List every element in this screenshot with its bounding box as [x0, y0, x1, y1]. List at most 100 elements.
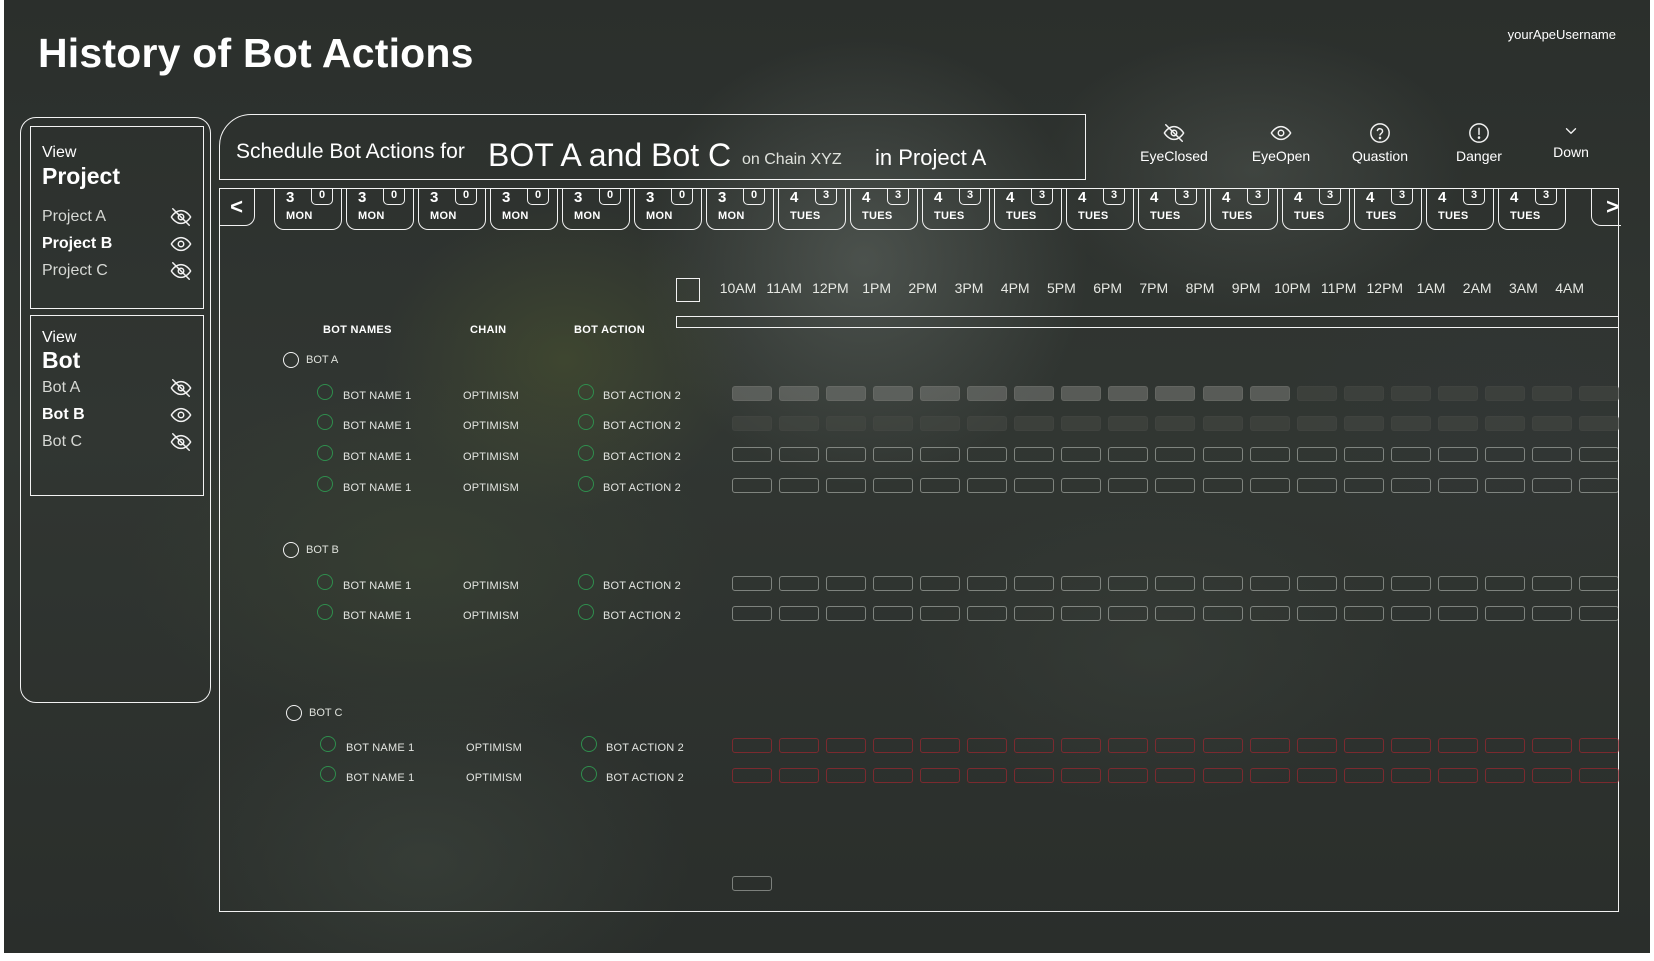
time-slot[interactable] [1202, 447, 1243, 462]
time-slot[interactable] [1014, 738, 1055, 753]
eye-closed-icon[interactable] [170, 431, 192, 453]
legend-down[interactable]: Down [1526, 122, 1616, 160]
time-slot[interactable] [826, 738, 867, 753]
bot-action-radio[interactable] [578, 414, 594, 430]
time-slot[interactable] [873, 606, 914, 621]
time-slot[interactable] [1484, 386, 1525, 401]
time-slot[interactable] [1484, 416, 1525, 431]
time-slot[interactable] [826, 416, 867, 431]
time-slot[interactable] [779, 478, 820, 493]
time-slot[interactable] [1296, 768, 1337, 783]
time-slot[interactable] [873, 738, 914, 753]
time-slot[interactable] [1249, 576, 1290, 591]
time-slot[interactable] [873, 416, 914, 431]
time-slot[interactable] [1061, 606, 1102, 621]
time-slot[interactable] [1531, 416, 1572, 431]
time-slot[interactable] [826, 478, 867, 493]
time-slot[interactable] [1249, 478, 1290, 493]
bot-action-radio[interactable] [578, 476, 594, 492]
time-slot[interactable] [1531, 768, 1572, 783]
bot-group-radio[interactable] [283, 542, 299, 558]
chevron-down-icon[interactable] [1562, 122, 1580, 144]
time-slot[interactable] [920, 576, 961, 591]
time-slot[interactable] [967, 738, 1008, 753]
username[interactable]: yourApeUsername [1508, 27, 1616, 42]
time-slot[interactable] [873, 386, 914, 401]
time-slot[interactable] [1296, 606, 1337, 621]
time-slot[interactable] [920, 606, 961, 621]
time-slot[interactable] [1343, 576, 1384, 591]
day-card[interactable]: 4 TUES 3 [778, 188, 846, 230]
time-slot[interactable] [1296, 447, 1337, 462]
day-card[interactable]: 3 MON 0 [706, 188, 774, 230]
bot-group-radio[interactable] [286, 705, 302, 721]
time-slot[interactable] [1343, 386, 1384, 401]
time-slot[interactable] [1296, 386, 1337, 401]
time-slot[interactable] [1249, 416, 1290, 431]
time-slot[interactable] [1108, 738, 1149, 753]
bot-action-radio[interactable] [581, 736, 597, 752]
time-slot[interactable] [967, 478, 1008, 493]
time-slot[interactable] [1343, 768, 1384, 783]
time-slot[interactable] [1202, 768, 1243, 783]
time-slot[interactable] [1108, 386, 1149, 401]
select-all-checkbox[interactable] [676, 278, 700, 302]
time-slot[interactable] [1108, 478, 1149, 493]
time-slot[interactable] [1108, 576, 1149, 591]
time-slot[interactable] [1531, 606, 1572, 621]
day-card[interactable]: 4 TUES 3 [850, 188, 918, 230]
bot-action-radio[interactable] [581, 766, 597, 782]
time-slot[interactable] [1531, 478, 1572, 493]
time-slot[interactable] [1390, 447, 1431, 462]
time-slot[interactable] [1343, 606, 1384, 621]
time-slot[interactable] [1202, 386, 1243, 401]
time-slot[interactable] [1014, 478, 1055, 493]
time-slot[interactable] [1249, 606, 1290, 621]
time-slot[interactable] [873, 447, 914, 462]
day-card[interactable]: 4 TUES 3 [1498, 188, 1566, 230]
time-slot[interactable] [1484, 738, 1525, 753]
time-slot[interactable] [1014, 576, 1055, 591]
time-slot[interactable] [1155, 478, 1196, 493]
time-slot[interactable] [967, 416, 1008, 431]
time-slot[interactable] [920, 386, 961, 401]
time-slot[interactable] [826, 386, 867, 401]
time-slot[interactable] [1014, 768, 1055, 783]
time-slot[interactable] [1202, 606, 1243, 621]
time-slot[interactable] [1061, 447, 1102, 462]
time-slot[interactable] [732, 386, 772, 401]
time-slot[interactable] [826, 768, 867, 783]
bot-item-a[interactable]: Bot A [42, 376, 192, 400]
bot-item-b[interactable]: Bot B [42, 403, 192, 427]
time-slot[interactable] [920, 447, 961, 462]
time-slot[interactable] [1484, 768, 1525, 783]
day-card[interactable]: 4 TUES 3 [1210, 188, 1278, 230]
time-slot[interactable] [826, 576, 867, 591]
time-slot[interactable] [1484, 576, 1525, 591]
time-slot[interactable] [967, 606, 1008, 621]
time-slot[interactable] [1296, 478, 1337, 493]
eye-open-icon[interactable] [170, 233, 192, 255]
time-slot[interactable] [1296, 576, 1337, 591]
time-slot[interactable] [732, 768, 772, 783]
time-slot[interactable] [1390, 738, 1431, 753]
time-slot[interactable] [1578, 416, 1619, 431]
eye-closed-icon[interactable] [170, 377, 192, 399]
bot-row-radio[interactable] [317, 604, 333, 620]
eye-closed-icon[interactable] [170, 206, 192, 228]
time-slot[interactable] [1202, 576, 1243, 591]
time-slot[interactable] [779, 386, 820, 401]
time-slot[interactable] [1437, 478, 1478, 493]
bot-row-radio[interactable] [317, 574, 333, 590]
time-slot[interactable] [1437, 447, 1478, 462]
time-slot[interactable] [1437, 606, 1478, 621]
time-slot[interactable] [779, 606, 820, 621]
time-slot[interactable] [1437, 416, 1478, 431]
day-card[interactable]: 4 TUES 3 [994, 188, 1062, 230]
time-slot[interactable] [779, 738, 820, 753]
time-slot[interactable] [1061, 416, 1102, 431]
time-slot[interactable] [1061, 386, 1102, 401]
time-slot[interactable] [1155, 576, 1196, 591]
time-slot[interactable] [732, 416, 772, 431]
time-slot[interactable] [1437, 768, 1478, 783]
